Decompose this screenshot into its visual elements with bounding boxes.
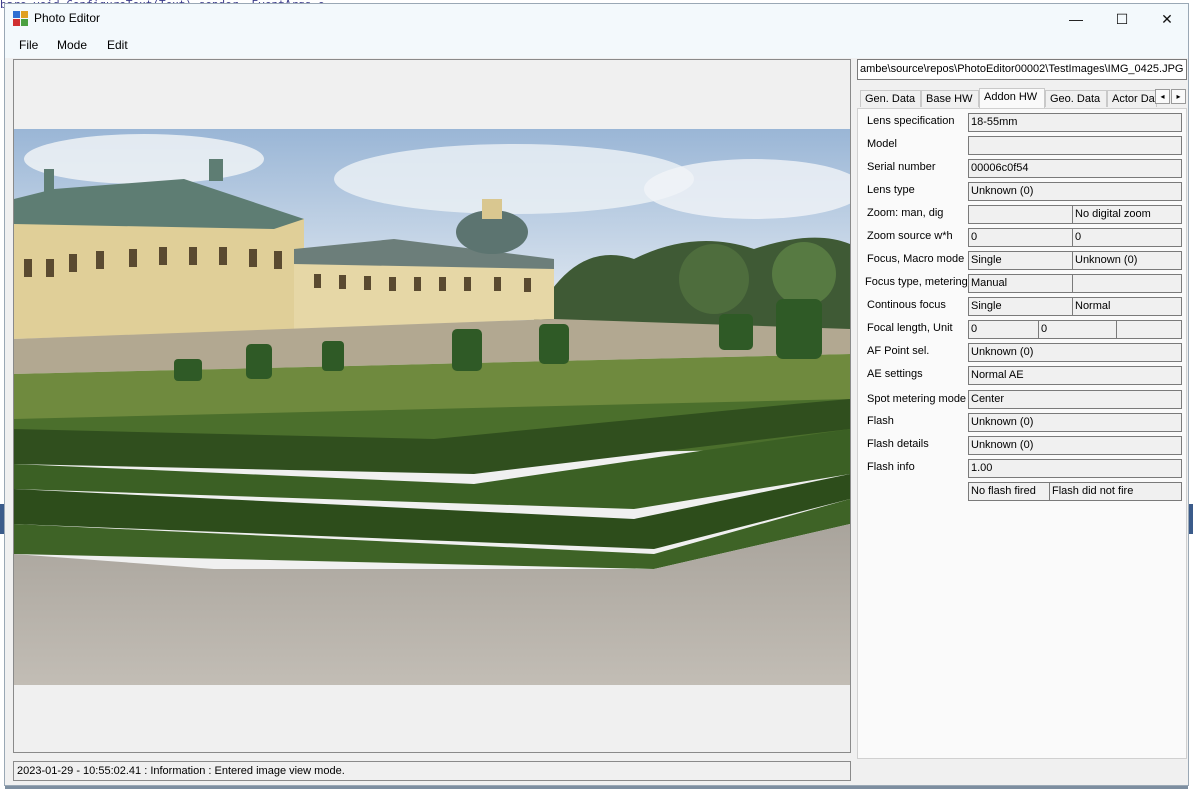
- menu-edit[interactable]: Edit: [107, 38, 128, 52]
- focus-type-field[interactable]: Manual: [968, 274, 1073, 293]
- metadata-tabs: Gen. Data Base HW Addon HW Geo. Data Act…: [857, 88, 1187, 108]
- chevron-left-icon: ◂: [1160, 92, 1165, 101]
- focus-macro-label: Focus, Macro mode: [867, 253, 965, 265]
- maximize-icon: ☐: [1115, 10, 1129, 27]
- zoom-source-label: Zoom source w*h: [867, 230, 953, 242]
- tab-base-hw[interactable]: Base HW: [921, 90, 979, 107]
- continous-focus-field[interactable]: Single: [968, 297, 1073, 316]
- continous-focus-label: Continous focus: [867, 299, 946, 311]
- status-text: 2023-01-29 - 10:55:02.41 : Information :…: [17, 765, 345, 777]
- photo-editor-window: Photo Editor — ☐ ✕ File Mode Edit 2023-0…: [4, 3, 1189, 786]
- tab-actor-data[interactable]: Actor Dat: [1107, 90, 1157, 107]
- image-viewer[interactable]: [13, 59, 851, 753]
- status-bar: 2023-01-29 - 10:55:02.41 : Information :…: [13, 761, 851, 781]
- chevron-right-icon: ▸: [1176, 92, 1181, 101]
- title-bar: Photo Editor — ☐ ✕: [5, 4, 1188, 34]
- lens-spec-label: Lens specification: [867, 115, 955, 127]
- zoom-source-h-field[interactable]: 0: [1072, 228, 1182, 247]
- file-path-text: ambe\source\repos\PhotoEditor00002\TestI…: [860, 63, 1184, 75]
- spot-metering-field[interactable]: Center: [968, 390, 1182, 409]
- model-field[interactable]: [968, 136, 1182, 155]
- window-title: Photo Editor: [34, 11, 101, 25]
- ae-settings-field[interactable]: Normal AE: [968, 366, 1182, 385]
- flash-field[interactable]: Unknown (0): [968, 413, 1182, 432]
- menu-mode[interactable]: Mode: [57, 38, 87, 52]
- minimize-button[interactable]: —: [1053, 4, 1099, 34]
- focal-length-2-field[interactable]: 0: [1038, 320, 1117, 339]
- spot-metering-label: Spot metering mode: [867, 393, 967, 405]
- zoom-man-field[interactable]: [968, 205, 1073, 224]
- menu-file[interactable]: File: [19, 38, 38, 52]
- zoom-dig-field[interactable]: No digital zoom: [1072, 205, 1182, 224]
- addon-hw-page: Lens specification 18-55mm Model Serial …: [857, 108, 1187, 759]
- tab-gen-data[interactable]: Gen. Data: [860, 90, 921, 107]
- continous-focus-mode-field[interactable]: Normal: [1072, 297, 1182, 316]
- focal-unit-field[interactable]: [1116, 320, 1182, 339]
- focus-mode-field[interactable]: Single: [968, 251, 1073, 270]
- serial-field[interactable]: 00006c0f54: [968, 159, 1182, 178]
- lens-spec-field[interactable]: 18-55mm: [968, 113, 1182, 132]
- metadata-panel: ambe\source\repos\PhotoEditor00002\TestI…: [857, 59, 1187, 759]
- tab-addon-hw[interactable]: Addon HW: [979, 88, 1045, 108]
- flash-details-field[interactable]: Unknown (0): [968, 436, 1182, 455]
- app-icon: [13, 11, 29, 27]
- close-button[interactable]: ✕: [1144, 4, 1188, 34]
- lens-type-label: Lens type: [867, 184, 915, 196]
- af-point-label: AF Point sel.: [867, 345, 930, 357]
- ae-settings-label: AE settings: [867, 368, 923, 380]
- macro-mode-field[interactable]: Unknown (0): [1072, 251, 1182, 270]
- flash-info-field[interactable]: 1.00: [968, 459, 1182, 478]
- tab-scroll-right-button[interactable]: ▸: [1171, 89, 1186, 104]
- menu-bar: File Mode Edit: [5, 34, 1188, 58]
- minimize-icon: —: [1069, 11, 1083, 27]
- lens-type-field[interactable]: Unknown (0): [968, 182, 1182, 201]
- metering-field[interactable]: [1072, 274, 1182, 293]
- af-point-field[interactable]: Unknown (0): [968, 343, 1182, 362]
- flash-details-label: Flash details: [867, 438, 929, 450]
- tab-scroll-left-button[interactable]: ◂: [1155, 89, 1170, 104]
- serial-label: Serial number: [867, 161, 936, 173]
- model-label: Model: [867, 138, 897, 150]
- maximize-button[interactable]: ☐: [1099, 4, 1145, 34]
- zoom-man-dig-label: Zoom: man, dig: [867, 207, 944, 219]
- flash-info-label: Flash info: [867, 461, 915, 473]
- focus-type-label: Focus type, metering: [865, 276, 968, 288]
- tab-geo-data[interactable]: Geo. Data: [1045, 90, 1107, 107]
- focal-length-label: Focal length, Unit: [867, 322, 953, 334]
- focal-length-field[interactable]: 0: [968, 320, 1039, 339]
- flash-label: Flash: [867, 415, 894, 427]
- photo-image: [14, 129, 850, 685]
- file-path-field[interactable]: ambe\source\repos\PhotoEditor00002\TestI…: [857, 59, 1187, 80]
- close-icon: ✕: [1161, 10, 1173, 27]
- flash-fired-field[interactable]: No flash fired: [968, 482, 1050, 501]
- flash-fire-status-field[interactable]: Flash did not fire: [1049, 482, 1182, 501]
- zoom-source-w-field[interactable]: 0: [968, 228, 1073, 247]
